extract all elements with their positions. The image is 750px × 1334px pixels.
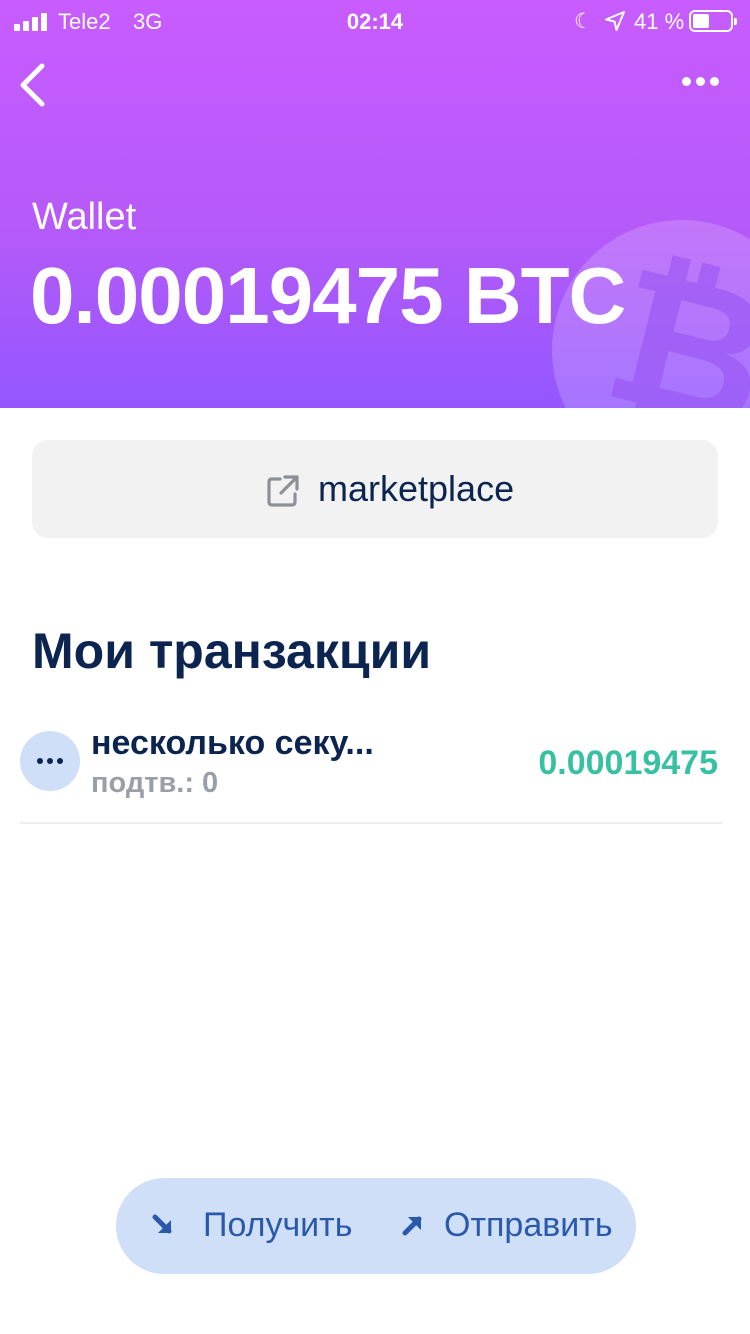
arrow-up-right-icon	[402, 1216, 422, 1236]
wallet-balance: 0.00019475 BTC	[30, 251, 626, 340]
status-bar: Tele2 3G 02:14 ☾ 41 %	[0, 0, 750, 44]
receive-button[interactable]: Получить	[140, 1178, 380, 1274]
battery-icon	[689, 10, 737, 32]
arrow-down-right-icon	[152, 1214, 172, 1234]
send-label: Отправить	[444, 1206, 613, 1244]
more-options-button[interactable]	[676, 66, 724, 96]
external-link-icon	[267, 475, 299, 507]
receive-label: Получить	[203, 1206, 353, 1244]
action-bar: Получить Отправить	[116, 1178, 636, 1274]
back-button[interactable]	[14, 58, 54, 112]
marketplace-label: marketplace	[318, 468, 515, 509]
transactions-title: Мои транзакции	[32, 623, 432, 679]
transaction-title: несколько секу...	[91, 724, 374, 762]
send-button[interactable]: Отправить	[398, 1178, 632, 1274]
pending-dots-icon	[20, 731, 80, 791]
wallet-label: Wallet	[32, 196, 137, 238]
transaction-amount: 0.00019475	[538, 744, 718, 782]
transaction-row[interactable]: несколько секу... подтв.: 0 0.00019475	[20, 720, 722, 824]
chevron-left-icon	[20, 63, 45, 107]
moon-icon: ☾	[574, 10, 593, 33]
location-arrow-icon	[605, 11, 625, 31]
more-dots-icon	[682, 77, 691, 86]
wallet-header: Tele2 3G 02:14 ☾ 41 % ₿ Wallet 0.0001947…	[0, 0, 750, 408]
transaction-confirmations: подтв.: 0	[91, 767, 219, 799]
marketplace-button[interactable]: marketplace	[32, 440, 718, 538]
battery-percent: 41 %	[634, 9, 685, 34]
